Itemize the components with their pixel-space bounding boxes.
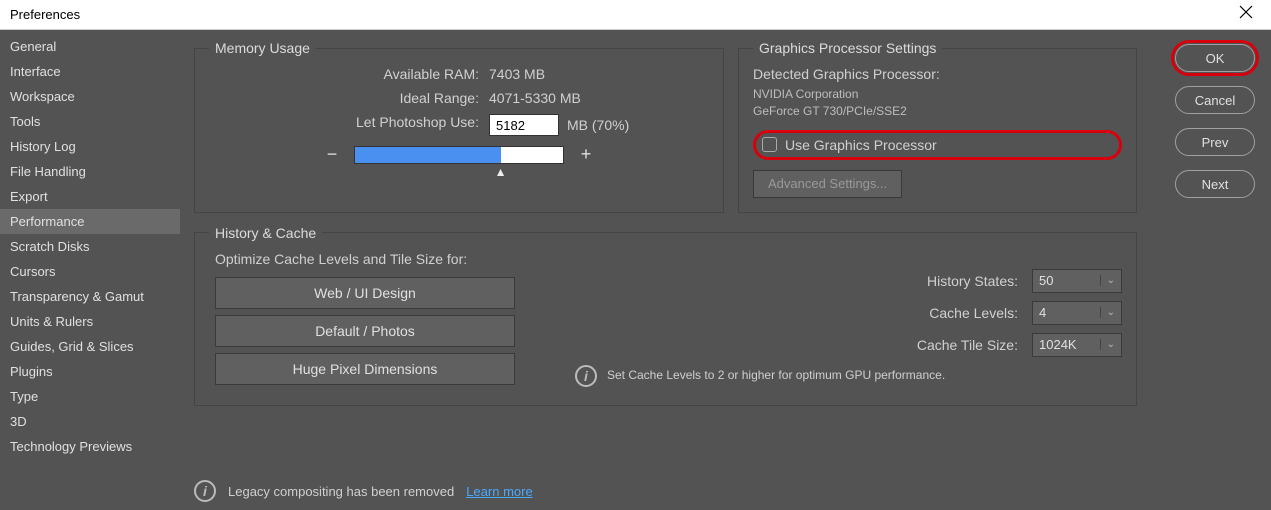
sidebar-item-performance[interactable]: Performance xyxy=(0,209,180,234)
cache-levels-value: 4 xyxy=(1039,305,1046,320)
prev-button[interactable]: Prev xyxy=(1175,128,1255,156)
sidebar: GeneralInterfaceWorkspaceToolsHistory Lo… xyxy=(0,30,180,510)
memory-unit: MB (70%) xyxy=(567,117,629,133)
memory-slider[interactable]: ▲ xyxy=(354,146,564,164)
sidebar-item-general[interactable]: General xyxy=(0,34,180,59)
history-cache-group: History & Cache Optimize Cache Levels an… xyxy=(194,225,1137,406)
sidebar-item-workspace[interactable]: Workspace xyxy=(0,84,180,109)
memory-usage-legend: Memory Usage xyxy=(209,40,316,56)
cache-tile-select[interactable]: 1024K ⌄ xyxy=(1032,333,1122,357)
gpu-model: GeForce GT 730/PCIe/SSE2 xyxy=(753,103,1122,120)
optimize-label: Optimize Cache Levels and Tile Size for: xyxy=(215,251,515,267)
chevron-down-icon: ⌄ xyxy=(1100,275,1115,286)
memory-usage-group: Memory Usage Available RAM: 7403 MB Idea… xyxy=(194,40,724,213)
cancel-button[interactable]: Cancel xyxy=(1175,86,1255,114)
sidebar-item-transparency-gamut[interactable]: Transparency & Gamut xyxy=(0,284,180,309)
chevron-down-icon: ⌄ xyxy=(1100,307,1115,318)
window-title: Preferences xyxy=(10,7,80,22)
graphics-processor-group: Graphics Processor Settings Detected Gra… xyxy=(738,40,1137,213)
memory-input[interactable] xyxy=(489,114,559,136)
sidebar-item-tools[interactable]: Tools xyxy=(0,109,180,134)
use-gp-row-highlight: Use Graphics Processor xyxy=(753,130,1122,160)
gpu-vendor: NVIDIA Corporation xyxy=(753,86,1122,103)
ok-button[interactable]: OK xyxy=(1175,44,1255,72)
sidebar-item-type[interactable]: Type xyxy=(0,384,180,409)
ideal-range-value: 4071-5330 MB xyxy=(489,90,649,106)
legacy-msg: Legacy compositing has been removed xyxy=(228,484,454,499)
history-states-select[interactable]: 50 ⌄ xyxy=(1032,269,1122,293)
titlebar: Preferences xyxy=(0,0,1271,30)
info-icon: i xyxy=(194,480,216,502)
sidebar-item-scratch-disks[interactable]: Scratch Disks xyxy=(0,234,180,259)
main-panel: Memory Usage Available RAM: 7403 MB Idea… xyxy=(180,30,1151,510)
sidebar-item-guides-grid-slices[interactable]: Guides, Grid & Slices xyxy=(0,334,180,359)
use-gp-label: Use Graphics Processor xyxy=(785,137,937,153)
cache-levels-select[interactable]: 4 ⌄ xyxy=(1032,301,1122,325)
sidebar-item-history-log[interactable]: History Log xyxy=(0,134,180,159)
sidebar-item-export[interactable]: Export xyxy=(0,184,180,209)
sidebar-item-plugins[interactable]: Plugins xyxy=(0,359,180,384)
footer-info: i Legacy compositing has been removed Le… xyxy=(194,480,533,502)
history-cache-legend: History & Cache xyxy=(209,225,322,241)
available-ram-value: 7403 MB xyxy=(489,66,649,82)
chevron-down-icon: ⌄ xyxy=(1100,339,1115,350)
info-icon: i xyxy=(575,365,597,387)
sidebar-item-units-rulers[interactable]: Units & Rulers xyxy=(0,309,180,334)
preset-button-default-photos[interactable]: Default / Photos xyxy=(215,315,515,347)
history-states-label: History States: xyxy=(575,273,1024,289)
ideal-range-label: Ideal Range: xyxy=(269,90,489,106)
next-button[interactable]: Next xyxy=(1175,170,1255,198)
sidebar-item-technology-previews[interactable]: Technology Previews xyxy=(0,434,180,459)
learn-more-link[interactable]: Learn more xyxy=(466,484,532,499)
sidebar-item-file-handling[interactable]: File Handling xyxy=(0,159,180,184)
gps-legend: Graphics Processor Settings xyxy=(753,40,942,56)
preset-button-huge-pixel-dimensions[interactable]: Huge Pixel Dimensions xyxy=(215,353,515,385)
cache-levels-label: Cache Levels: xyxy=(575,305,1024,321)
cache-info-text: Set Cache Levels to 2 or higher for opti… xyxy=(607,368,945,384)
dialog-buttons: OK Cancel Prev Next xyxy=(1151,30,1271,510)
preset-button-web-ui-design[interactable]: Web / UI Design xyxy=(215,277,515,309)
cache-tile-label: Cache Tile Size: xyxy=(575,337,1024,353)
sidebar-item-3d[interactable]: 3D xyxy=(0,409,180,434)
sidebar-item-interface[interactable]: Interface xyxy=(0,59,180,84)
detected-gp-label: Detected Graphics Processor: xyxy=(753,66,1122,82)
plus-icon[interactable]: + xyxy=(578,144,594,165)
close-icon[interactable] xyxy=(1231,1,1261,28)
history-states-value: 50 xyxy=(1039,273,1053,288)
available-ram-label: Available RAM: xyxy=(269,66,489,82)
use-gp-checkbox[interactable] xyxy=(762,137,777,152)
minus-icon[interactable]: − xyxy=(324,144,340,165)
cache-tile-value: 1024K xyxy=(1039,337,1077,352)
advanced-settings-button[interactable]: Advanced Settings... xyxy=(753,170,902,198)
let-use-label: Let Photoshop Use: xyxy=(269,114,489,136)
slider-handle-icon[interactable]: ▲ xyxy=(495,165,507,179)
sidebar-item-cursors[interactable]: Cursors xyxy=(0,259,180,284)
